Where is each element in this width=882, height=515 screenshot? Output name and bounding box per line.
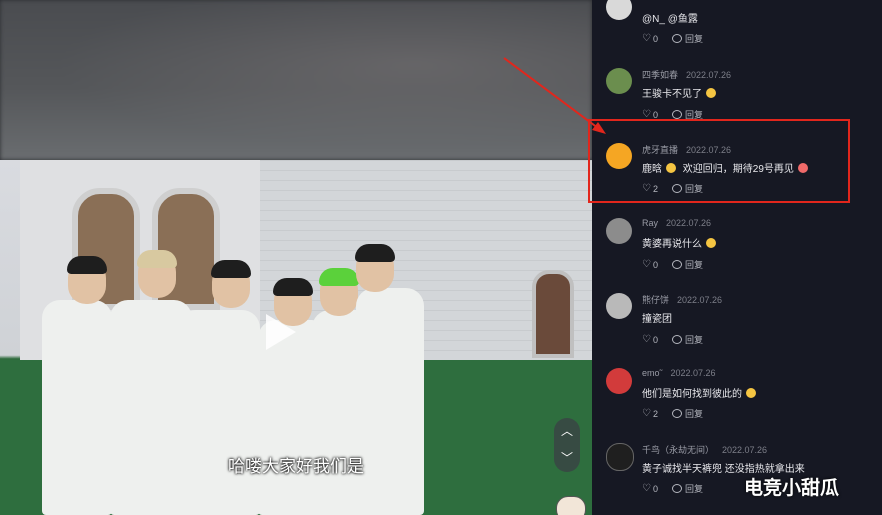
watermark: 电竞小甜瓜 (744, 478, 840, 499)
annotation-arrow-icon (503, 57, 606, 134)
